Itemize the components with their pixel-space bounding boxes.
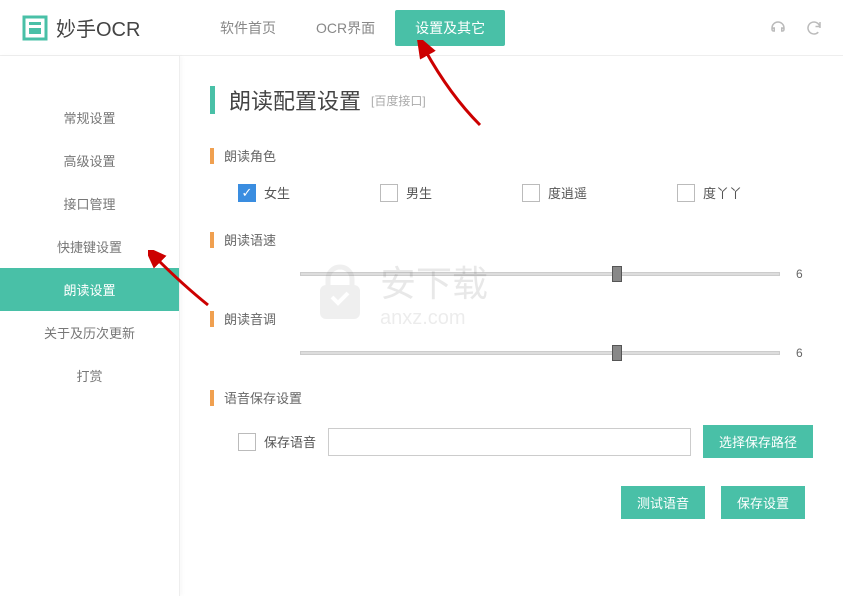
- section-speed: 朗读语速 6: [210, 230, 813, 281]
- pitch-value: 6: [796, 346, 803, 360]
- sidebar-item-general[interactable]: 常规设置: [0, 96, 179, 139]
- voice-option-label: 女生: [264, 183, 290, 202]
- page-title: 朗读配置设置: [229, 84, 361, 116]
- app-name: 妙手OCR: [56, 13, 140, 42]
- pitch-label: 朗读音调: [224, 309, 276, 328]
- sidebar: 常规设置 高级设置 接口管理 快捷键设置 朗读设置 关于及历次更新 打赏: [0, 56, 180, 596]
- save-path-input[interactable]: [328, 428, 691, 456]
- nav-ocr[interactable]: OCR界面: [296, 10, 395, 46]
- content: 朗读配置设置 [百度接口] 朗读角色 ✓ 女生 男生 度逍遥: [180, 56, 843, 596]
- save-audio-label: 保存语音: [264, 432, 316, 451]
- slider-thumb[interactable]: [612, 345, 622, 361]
- voice-option-label: 度丫丫: [703, 183, 742, 202]
- section-voice: 朗读角色 ✓ 女生 男生 度逍遥 度丫丫: [210, 146, 813, 202]
- checkbox-icon: ✓: [238, 184, 256, 202]
- speed-slider[interactable]: [300, 272, 780, 276]
- page-title-note: [百度接口]: [371, 92, 426, 109]
- checkbox-icon: [522, 184, 540, 202]
- header: 妙手OCR 软件首页 OCR界面 设置及其它: [0, 0, 843, 56]
- choose-path-button[interactable]: 选择保存路径: [703, 425, 813, 458]
- sidebar-item-tts[interactable]: 朗读设置: [0, 268, 179, 311]
- refresh-icon[interactable]: [805, 19, 823, 37]
- sidebar-item-api[interactable]: 接口管理: [0, 182, 179, 225]
- voice-option-male[interactable]: 男生: [380, 183, 432, 202]
- accent-bar-icon: [210, 148, 214, 164]
- section-save: 语音保存设置 保存语音 选择保存路径: [210, 388, 813, 458]
- checkbox-icon: [380, 184, 398, 202]
- nav-home[interactable]: 软件首页: [200, 10, 296, 46]
- sidebar-item-donate[interactable]: 打赏: [0, 354, 179, 397]
- sidebar-item-hotkey[interactable]: 快捷键设置: [0, 225, 179, 268]
- speed-label: 朗读语速: [224, 230, 276, 249]
- accent-bar-icon: [210, 390, 214, 406]
- action-buttons: 测试语音 保存设置: [210, 486, 813, 519]
- title-accent: [210, 86, 215, 114]
- voice-option-female[interactable]: ✓ 女生: [238, 183, 290, 202]
- save-settings-button[interactable]: 保存设置: [721, 486, 805, 519]
- voice-option-label: 男生: [406, 183, 432, 202]
- logo: 妙手OCR: [20, 13, 180, 43]
- checkbox-icon: [677, 184, 695, 202]
- speed-value: 6: [796, 267, 803, 281]
- accent-bar-icon: [210, 311, 214, 327]
- accent-bar-icon: [210, 232, 214, 248]
- voice-label: 朗读角色: [224, 146, 276, 165]
- save-audio-check[interactable]: 保存语音: [238, 432, 316, 451]
- sidebar-item-about[interactable]: 关于及历次更新: [0, 311, 179, 354]
- nav: 软件首页 OCR界面 设置及其它: [200, 10, 505, 46]
- sidebar-item-advanced[interactable]: 高级设置: [0, 139, 179, 182]
- checkbox-icon: [238, 433, 256, 451]
- nav-settings[interactable]: 设置及其它: [395, 10, 505, 46]
- voice-option-label: 度逍遥: [548, 183, 587, 202]
- headphones-icon[interactable]: [769, 19, 787, 37]
- app-logo-icon: [20, 13, 50, 43]
- section-pitch: 朗读音调 6: [210, 309, 813, 360]
- test-voice-button[interactable]: 测试语音: [621, 486, 705, 519]
- header-right: [769, 19, 823, 37]
- save-section-label: 语音保存设置: [224, 388, 302, 407]
- page-title-row: 朗读配置设置 [百度接口]: [210, 84, 813, 116]
- voice-option-yaya[interactable]: 度丫丫: [677, 183, 742, 202]
- pitch-slider[interactable]: [300, 351, 780, 355]
- slider-thumb[interactable]: [612, 266, 622, 282]
- voice-option-xiaoyao[interactable]: 度逍遥: [522, 183, 587, 202]
